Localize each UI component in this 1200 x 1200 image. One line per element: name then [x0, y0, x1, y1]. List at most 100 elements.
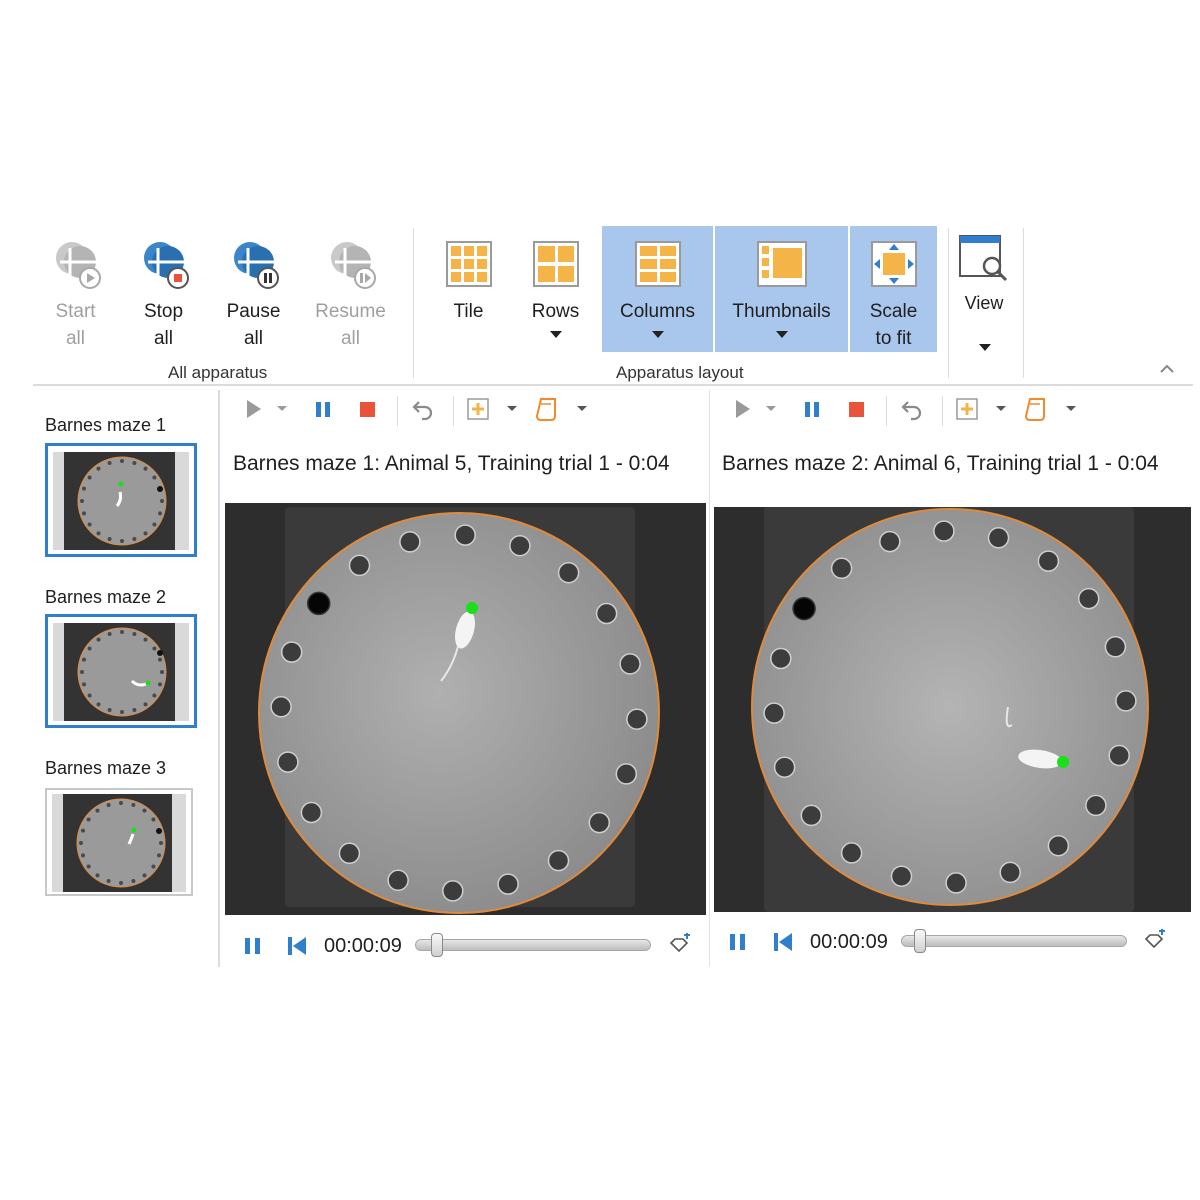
stop-all-icon: [143, 242, 189, 289]
maze-hole: [81, 828, 85, 833]
maze-hole: [442, 880, 464, 902]
escape-box-hole: [306, 591, 331, 616]
maze-hole: [106, 879, 111, 883]
maze-hole: [96, 702, 101, 707]
stop-all-button[interactable]: Stop all: [126, 226, 201, 352]
scale-to-fit-button[interactable]: Scale to fit: [850, 226, 937, 352]
stop-icon[interactable]: [355, 396, 381, 422]
toolbar-separator: [942, 396, 943, 426]
play-icon[interactable]: [241, 396, 267, 422]
undo-icon[interactable]: [410, 396, 436, 422]
rows-layout-icon: [532, 241, 579, 287]
rows-button[interactable]: Rows: [518, 226, 593, 352]
maze-hole: [497, 873, 519, 895]
arena-settings-icon[interactable]: [465, 396, 491, 422]
chevron-down-icon[interactable]: [575, 396, 589, 422]
maze-hole: [999, 861, 1021, 884]
maze-hole: [509, 534, 531, 557]
chevron-down-icon[interactable]: [1064, 396, 1078, 422]
maze-hole: [399, 531, 421, 553]
maze-hole: [79, 841, 83, 845]
maze-hole: [87, 646, 92, 651]
maze-hole: [557, 561, 580, 584]
playback-slider-knob[interactable]: [914, 929, 926, 953]
ribbon-separator: [413, 228, 414, 378]
maze-hole: [143, 466, 148, 471]
maze-hole: [626, 708, 648, 730]
maze-hole: [1115, 690, 1137, 712]
ribbon-separator: [1023, 228, 1024, 378]
chevron-down-icon: [775, 331, 788, 338]
thumbnail-title: Barnes maze 2: [45, 587, 167, 607]
maze-hole: [987, 527, 1010, 549]
maze-hole: [348, 554, 371, 577]
chevron-down-icon[interactable]: [764, 396, 778, 422]
collapse-ribbon-icon[interactable]: [1159, 362, 1175, 374]
maze-hole: [81, 853, 85, 858]
play-icon[interactable]: [730, 396, 756, 422]
thumbnails-button[interactable]: Thumbnails: [715, 226, 848, 352]
maze-hole: [338, 842, 361, 865]
maze-hole: [86, 864, 91, 869]
thumbnail-barnes-maze-2[interactable]: [45, 614, 197, 728]
maze-hole: [158, 657, 162, 662]
skip-to-start-icon[interactable]: [285, 934, 309, 958]
maze-hole: [143, 531, 148, 536]
maze-hole: [300, 801, 323, 824]
playback-slider[interactable]: [415, 939, 651, 951]
maze-hole: [142, 808, 147, 813]
maze-hole: [830, 557, 853, 580]
maze-hole: [280, 641, 303, 663]
undo-icon[interactable]: [899, 396, 925, 422]
skip-to-start-icon[interactable]: [771, 930, 795, 954]
thumbnail-image: [64, 452, 180, 550]
add-marker-icon[interactable]: [1142, 929, 1168, 955]
playback-time: 00:00:09: [324, 935, 402, 957]
maze-hole: [95, 808, 100, 813]
thumbnails-layout-icon: [756, 241, 807, 287]
playback-slider[interactable]: [901, 935, 1127, 947]
thumbnail-barnes-maze-1[interactable]: [45, 443, 197, 557]
view-button[interactable]: View: [953, 226, 1015, 352]
maze-hole: [547, 849, 570, 872]
maze-hole: [80, 670, 84, 674]
pause-icon[interactable]: [728, 931, 748, 953]
maze-hole: [157, 853, 161, 858]
thumbnail-barnes-maze-3[interactable]: [45, 788, 193, 896]
thumbnail-margin: [52, 794, 63, 892]
maze-hole: [142, 873, 147, 878]
toolbar-separator: [453, 396, 454, 426]
pause-icon[interactable]: [243, 935, 263, 957]
columns-button[interactable]: Columns: [602, 226, 713, 352]
maze-hole: [107, 632, 112, 636]
export-document-icon[interactable]: [535, 396, 561, 422]
playback-slider-knob[interactable]: [431, 933, 443, 957]
start-all-button[interactable]: Start all: [38, 226, 113, 352]
tile-button[interactable]: Tile: [431, 226, 506, 352]
stop-icon[interactable]: [844, 396, 870, 422]
escape-box-hole: [792, 596, 816, 621]
export-document-icon[interactable]: [1024, 396, 1050, 422]
chevron-down-icon[interactable]: [505, 396, 519, 422]
pause-icon[interactable]: [310, 396, 336, 422]
maze-hole: [277, 751, 299, 773]
ribbon-separator: [948, 228, 949, 378]
maze-hole: [82, 682, 86, 687]
pause-icon[interactable]: [799, 396, 825, 422]
video-view[interactable]: [225, 503, 706, 915]
maze-hole: [87, 522, 92, 527]
add-marker-icon[interactable]: [667, 933, 693, 959]
arena-settings-icon[interactable]: [954, 396, 980, 422]
chevron-down-icon[interactable]: [275, 396, 289, 422]
video-view[interactable]: [714, 507, 1191, 912]
barnes-maze-video: [714, 507, 1191, 912]
maze-hole: [890, 865, 913, 887]
resume-all-button[interactable]: Resume all: [308, 226, 393, 352]
maze-hole: [120, 539, 124, 543]
chevron-down-icon[interactable]: [994, 396, 1008, 422]
maze-hole: [107, 537, 112, 541]
pause-all-button[interactable]: Pause all: [216, 226, 291, 352]
maze-hole: [119, 801, 123, 805]
maze-hole: [120, 630, 124, 634]
start-all-icon: [55, 242, 101, 289]
